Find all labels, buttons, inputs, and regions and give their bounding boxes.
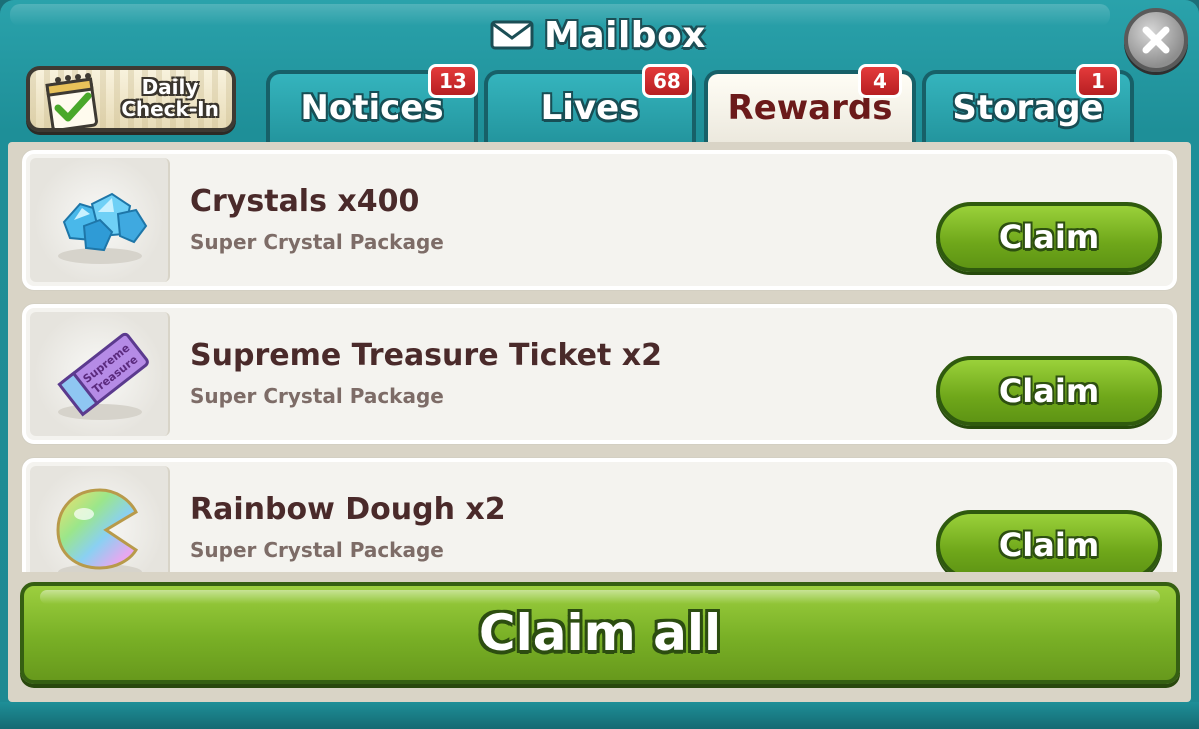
footer-bar	[0, 702, 1199, 729]
reward-row-treasure-ticket: Supreme Treasure Supreme Treasure Ticket…	[22, 304, 1177, 444]
tab-lives[interactable]: Lives 68	[484, 64, 696, 142]
checkin-label: Daily Check-In	[110, 76, 230, 120]
calendar-check-icon	[45, 73, 98, 128]
claim-button[interactable]: Claim	[936, 356, 1162, 426]
rewards-list[interactable]: Crystals x400 Super Crystal Package Clai…	[22, 150, 1177, 572]
claim-button[interactable]: Claim	[936, 510, 1162, 572]
rewards-panel: Crystals x400 Super Crystal Package Clai…	[8, 142, 1191, 702]
tab-rewards[interactable]: Rewards 4	[704, 64, 916, 142]
tab-notices[interactable]: Notices 13	[266, 64, 478, 142]
claim-all-button[interactable]: Claim all	[20, 582, 1180, 684]
reward-icon-box: Supreme Treasure	[30, 312, 170, 436]
reward-title: Rainbow Dough x2	[190, 492, 506, 527]
claim-button-label: Claim	[998, 218, 1100, 256]
claim-button[interactable]: Claim	[936, 202, 1162, 272]
daily-checkin-button[interactable]: Daily Check-In	[26, 66, 236, 132]
reward-icon-box	[30, 466, 170, 572]
rainbow-dough-icon	[56, 488, 142, 572]
window-title: Mailbox	[490, 12, 706, 58]
claim-all-label: Claim all	[478, 604, 722, 662]
reward-source: Super Crystal Package	[190, 538, 444, 562]
rewards-count-badge: 4	[858, 64, 902, 98]
envelope-icon	[490, 20, 534, 50]
checkin-label-line2: Check-In	[121, 97, 219, 121]
tab-storage[interactable]: Storage 1	[922, 64, 1134, 142]
reward-row-rainbow-dough: Rainbow Dough x2 Super Crystal Package C…	[22, 458, 1177, 572]
treasure-ticket-icon: Supreme Treasure	[57, 332, 149, 420]
close-button[interactable]	[1124, 8, 1188, 72]
reward-icon-box	[30, 158, 170, 282]
mailbox-window: Mailbox Daily Check-In Notices 13 Lives …	[0, 0, 1199, 729]
lives-count-badge: 68	[642, 64, 692, 98]
reward-source: Super Crystal Package	[190, 230, 444, 254]
checkin-label-line1: Daily	[141, 75, 199, 99]
title-text: Mailbox	[544, 14, 707, 56]
reward-title: Crystals x400	[190, 184, 420, 219]
tab-lives-label: Lives	[540, 88, 640, 128]
reward-row-crystals: Crystals x400 Super Crystal Package Clai…	[22, 150, 1177, 290]
storage-count-badge: 1	[1076, 64, 1120, 98]
claim-button-label: Claim	[998, 372, 1100, 410]
tab-notices-label: Notices	[300, 88, 444, 128]
claim-button-label: Claim	[998, 526, 1100, 564]
notices-count-badge: 13	[428, 64, 478, 98]
claim-all-shine	[40, 590, 1160, 604]
reward-title: Supreme Treasure Ticket x2	[190, 338, 663, 373]
crystals-icon	[58, 192, 148, 264]
close-icon	[1142, 26, 1170, 54]
reward-source: Super Crystal Package	[190, 384, 444, 408]
